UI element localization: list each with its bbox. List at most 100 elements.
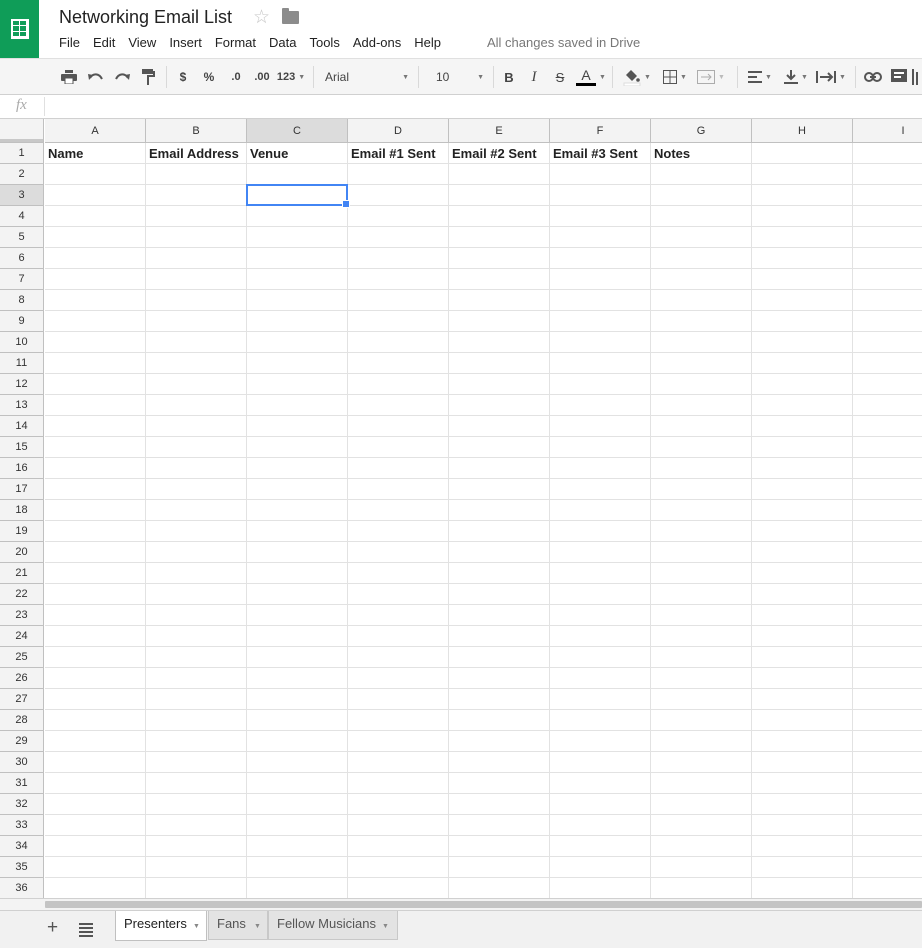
- cell-e22[interactable]: [449, 584, 550, 605]
- cell-d10[interactable]: [348, 332, 449, 353]
- cell-c15[interactable]: [247, 437, 348, 458]
- tab-fellow-musicians[interactable]: Fellow Musicians ▼: [268, 911, 398, 940]
- cell-h23[interactable]: [752, 605, 853, 626]
- cell-g14[interactable]: [651, 416, 752, 437]
- cell-e2[interactable]: [449, 164, 550, 185]
- cell-b27[interactable]: [146, 689, 247, 710]
- cell-c21[interactable]: [247, 563, 348, 584]
- cell-g18[interactable]: [651, 500, 752, 521]
- row-header-12[interactable]: 12: [0, 374, 44, 395]
- cell-f17[interactable]: [550, 479, 651, 500]
- more-formats-button[interactable]: 123 ▼: [275, 65, 307, 89]
- cell-f4[interactable]: [550, 206, 651, 227]
- cell-g2[interactable]: [651, 164, 752, 185]
- cell-b17[interactable]: [146, 479, 247, 500]
- scrollbar-thumb[interactable]: [45, 901, 922, 908]
- cell-a29[interactable]: [45, 731, 146, 752]
- row-header-36[interactable]: 36: [0, 878, 44, 898]
- cell-g26[interactable]: [651, 668, 752, 689]
- cell-i31[interactable]: [853, 773, 922, 794]
- cell-i8[interactable]: [853, 290, 922, 311]
- cell-h10[interactable]: [752, 332, 853, 353]
- cell-d26[interactable]: [348, 668, 449, 689]
- cell-g29[interactable]: [651, 731, 752, 752]
- cell-f7[interactable]: [550, 269, 651, 290]
- cell-f31[interactable]: [550, 773, 651, 794]
- cell-i30[interactable]: [853, 752, 922, 773]
- cell-h14[interactable]: [752, 416, 853, 437]
- cell-b19[interactable]: [146, 521, 247, 542]
- cell-e6[interactable]: [449, 248, 550, 269]
- cell-f23[interactable]: [550, 605, 651, 626]
- cell-c27[interactable]: [247, 689, 348, 710]
- cell-i12[interactable]: [853, 374, 922, 395]
- cell-e1[interactable]: Email #2 Sent: [449, 143, 550, 164]
- cell-a2[interactable]: [45, 164, 146, 185]
- cell-h21[interactable]: [752, 563, 853, 584]
- cell-e26[interactable]: [449, 668, 550, 689]
- cell-e17[interactable]: [449, 479, 550, 500]
- cell-b4[interactable]: [146, 206, 247, 227]
- cell-a33[interactable]: [45, 815, 146, 836]
- row-header-1[interactable]: 1: [0, 143, 44, 164]
- cell-c19[interactable]: [247, 521, 348, 542]
- cell-h1[interactable]: [752, 143, 853, 164]
- decrease-decimal-button[interactable]: .0: [225, 65, 247, 89]
- row-header-35[interactable]: 35: [0, 857, 44, 878]
- cell-d6[interactable]: [348, 248, 449, 269]
- cell-h35[interactable]: [752, 857, 853, 878]
- cell-e32[interactable]: [449, 794, 550, 815]
- cell-i35[interactable]: [853, 857, 922, 878]
- insert-link-icon[interactable]: [862, 65, 884, 89]
- row-header-24[interactable]: 24: [0, 626, 44, 647]
- cell-d16[interactable]: [348, 458, 449, 479]
- cell-f13[interactable]: [550, 395, 651, 416]
- cell-h7[interactable]: [752, 269, 853, 290]
- cell-c13[interactable]: [247, 395, 348, 416]
- row-header-23[interactable]: 23: [0, 605, 44, 626]
- text-color-button[interactable]: A ▼: [575, 65, 607, 89]
- menu-file[interactable]: File: [52, 34, 86, 51]
- undo-icon[interactable]: [85, 65, 107, 89]
- cell-b31[interactable]: [146, 773, 247, 794]
- cell-f1[interactable]: Email #3 Sent: [550, 143, 651, 164]
- cell-g32[interactable]: [651, 794, 752, 815]
- folder-icon[interactable]: [282, 8, 299, 24]
- cell-g9[interactable]: [651, 311, 752, 332]
- cell-e33[interactable]: [449, 815, 550, 836]
- cell-d27[interactable]: [348, 689, 449, 710]
- cell-f15[interactable]: [550, 437, 651, 458]
- cell-d31[interactable]: [348, 773, 449, 794]
- cell-h27[interactable]: [752, 689, 853, 710]
- cell-b16[interactable]: [146, 458, 247, 479]
- cell-c26[interactable]: [247, 668, 348, 689]
- cell-e30[interactable]: [449, 752, 550, 773]
- cell-c8[interactable]: [247, 290, 348, 311]
- all-sheets-menu-icon[interactable]: [79, 923, 93, 939]
- cell-i15[interactable]: [853, 437, 922, 458]
- cell-h34[interactable]: [752, 836, 853, 857]
- cell-f19[interactable]: [550, 521, 651, 542]
- cell-i6[interactable]: [853, 248, 922, 269]
- cell-d4[interactable]: [348, 206, 449, 227]
- cell-h4[interactable]: [752, 206, 853, 227]
- cell-a17[interactable]: [45, 479, 146, 500]
- cell-f5[interactable]: [550, 227, 651, 248]
- cell-i5[interactable]: [853, 227, 922, 248]
- menu-help[interactable]: Help: [407, 34, 447, 51]
- row-header-27[interactable]: 27: [0, 689, 44, 710]
- cell-c35[interactable]: [247, 857, 348, 878]
- cell-a4[interactable]: [45, 206, 146, 227]
- cell-g6[interactable]: [651, 248, 752, 269]
- cell-f18[interactable]: [550, 500, 651, 521]
- cell-g8[interactable]: [651, 290, 752, 311]
- cell-g15[interactable]: [651, 437, 752, 458]
- cell-g10[interactable]: [651, 332, 752, 353]
- merge-cells-button[interactable]: ▼: [693, 65, 729, 89]
- cell-a5[interactable]: [45, 227, 146, 248]
- cell-e14[interactable]: [449, 416, 550, 437]
- cell-f16[interactable]: [550, 458, 651, 479]
- cell-b22[interactable]: [146, 584, 247, 605]
- cell-g23[interactable]: [651, 605, 752, 626]
- cell-a19[interactable]: [45, 521, 146, 542]
